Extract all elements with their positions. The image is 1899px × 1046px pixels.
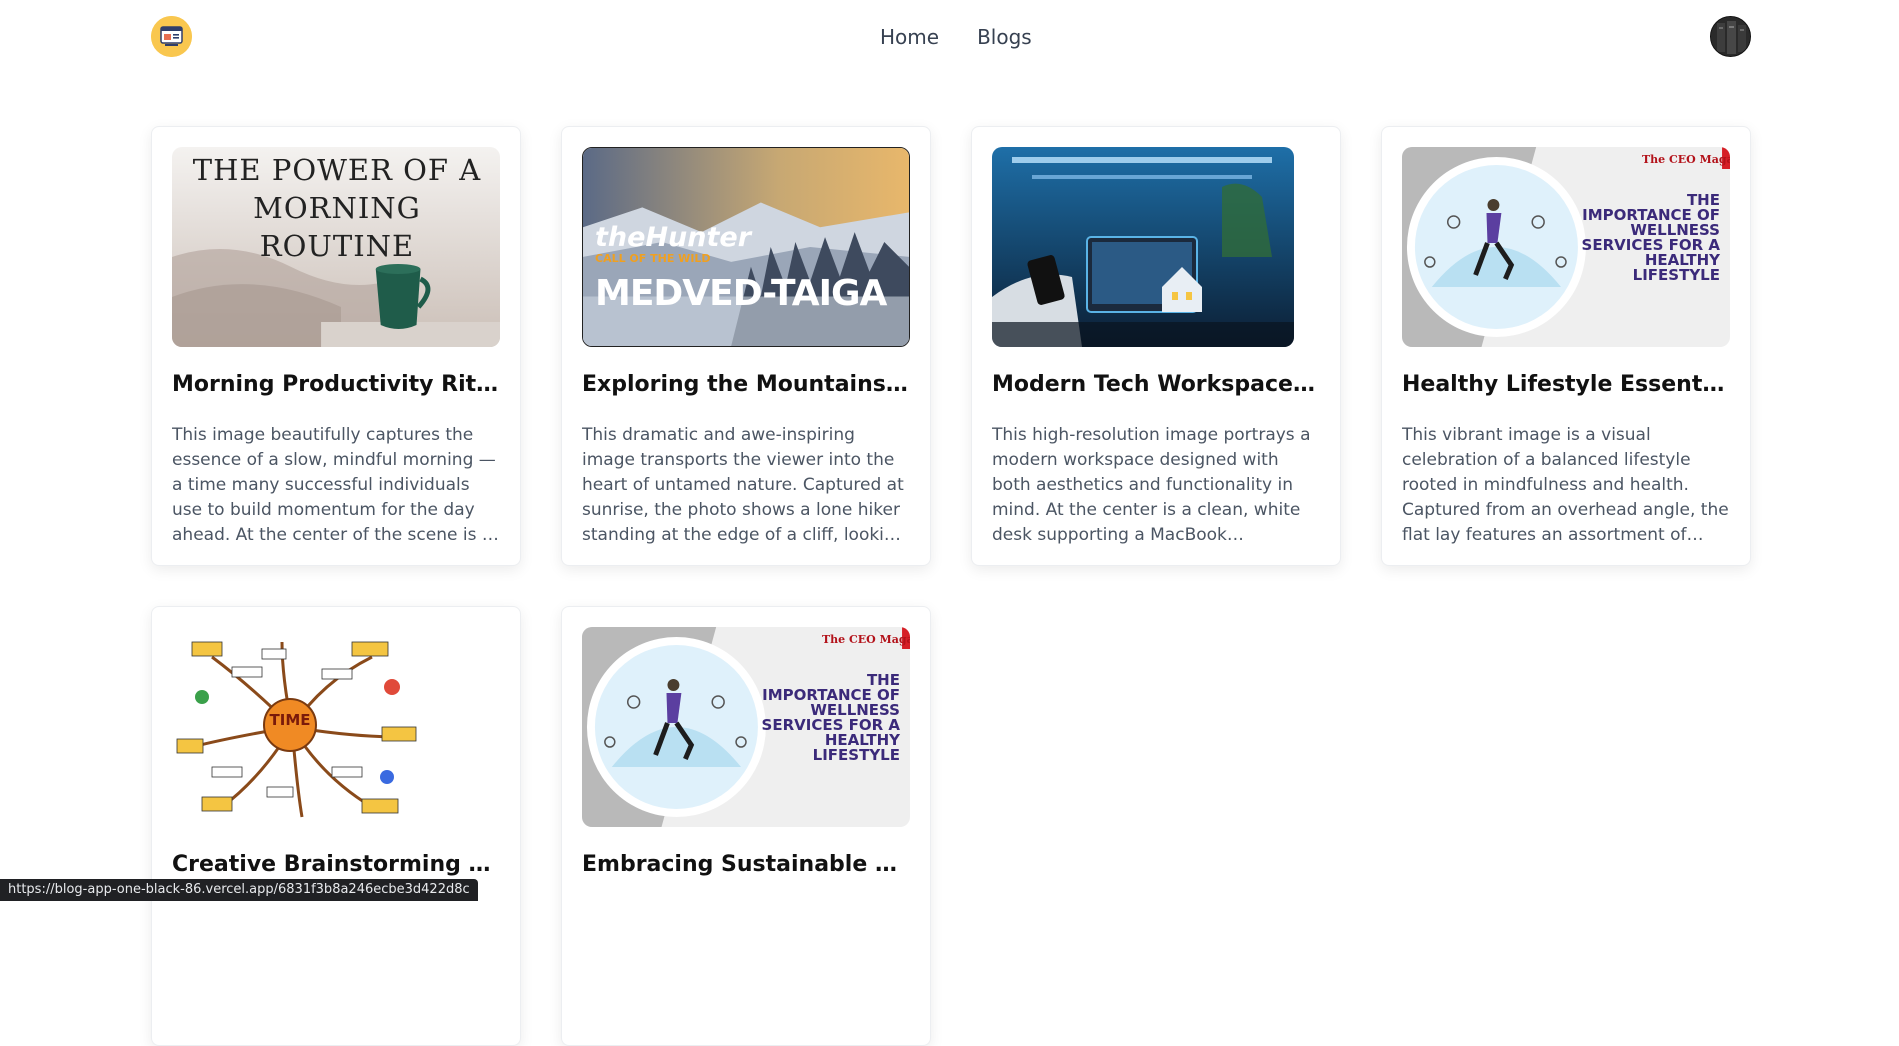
avatar-icon: [1711, 17, 1750, 56]
site-logo[interactable]: [151, 16, 192, 57]
image-caption-line: MEDVED-TAIGA: [595, 273, 887, 314]
blog-card[interactable]: The CEO Magazine THE IMPORTANCE OF WELLN…: [561, 606, 931, 1046]
blog-card-description: This dramatic and awe-inspiring image tr…: [582, 425, 906, 545]
top-navbar: Home Blogs: [0, 0, 1899, 74]
blog-card-description: This high-resolution image portrays a mo…: [992, 425, 1311, 545]
blog-card-title[interactable]: Healthy Lifestyle Essentials:...: [1402, 369, 1730, 401]
nav-home-link[interactable]: Home: [880, 22, 939, 52]
user-avatar[interactable]: [1710, 16, 1751, 57]
blog-card-image: TIME: [172, 627, 422, 827]
image-caption-line: LIFESTYLE: [812, 746, 900, 764]
blog-card[interactable]: THE POWER OF A MORNING ROUTINE Morning P…: [151, 126, 521, 566]
blog-card-title[interactable]: Morning Productivity Rituals: [172, 369, 500, 401]
blog-grid: THE POWER OF A MORNING ROUTINE Morning P…: [151, 126, 1751, 1046]
link-status-bar: https://blog-app-one-black-86.vercel.app…: [0, 879, 478, 901]
blog-card-title[interactable]: Modern Tech Workspace: A...: [992, 369, 1320, 401]
blog-card-image: THE POWER OF A MORNING ROUTINE: [172, 147, 500, 347]
blog-card-description: This image beautifully captures the esse…: [172, 425, 496, 545]
blog-card[interactable]: theHunter CALL OF THE WILD MEDVED-TAIGA …: [561, 126, 931, 566]
blog-card-image: theHunter CALL OF THE WILD MEDVED-TAIGA: [582, 147, 910, 347]
nav-links: Home Blogs: [880, 22, 1032, 52]
magazine-brand-label: The CEO Magazine: [822, 633, 910, 646]
image-caption-line: TIME: [269, 711, 311, 729]
image-caption-line: LIFESTYLE: [1632, 266, 1720, 284]
magazine-brand-label: The CEO Magazine: [1642, 153, 1730, 166]
image-caption-line: THE POWER OF A: [192, 153, 482, 187]
image-caption-line: theHunter: [595, 222, 752, 253]
blog-card-description: This vibrant image is a visual celebrati…: [1402, 425, 1729, 545]
blog-card-title[interactable]: Exploring the Mountains – Th...: [582, 369, 910, 401]
image-caption-line: CALL OF THE WILD: [595, 252, 711, 265]
blog-card-title[interactable]: Embracing Sustainable Living:...: [582, 849, 910, 881]
logo-icon: [151, 16, 192, 57]
blog-card-title[interactable]: Creative Brainstorming Sessio...: [172, 849, 500, 881]
blog-card-image: The CEO Magazine THE IMPORTANCE OF WELLN…: [1402, 147, 1730, 347]
blog-card[interactable]: The CEO Magazine THE IMPORTANCE OF WELLN…: [1381, 126, 1751, 566]
blog-card-image: The CEO Magazine THE IMPORTANCE OF WELLN…: [582, 627, 910, 827]
blog-card[interactable]: Modern Tech Workspace: A... This high-re…: [971, 126, 1341, 566]
blog-card[interactable]: TIME Creative Brainstorming Sessio...: [151, 606, 521, 1046]
nav-blogs-link[interactable]: Blogs: [977, 22, 1032, 52]
blog-card-image: [992, 147, 1294, 347]
image-caption-line: MORNING ROUTINE: [253, 191, 421, 263]
